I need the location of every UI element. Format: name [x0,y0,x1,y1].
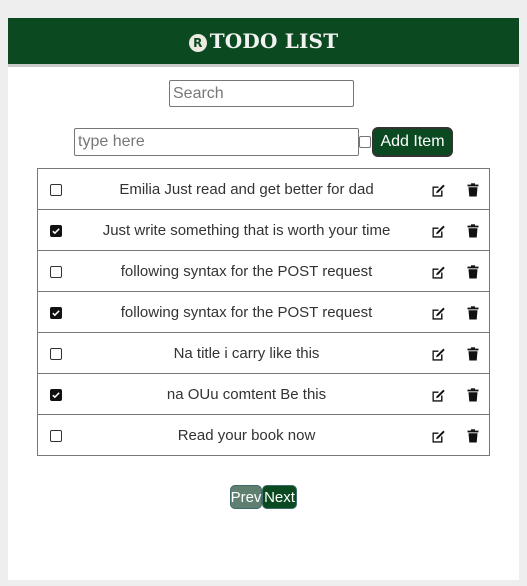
todo-text: Na title i carry like this [173,344,320,362]
todo-checkbox[interactable] [50,348,62,360]
todo-text: following syntax for the POST request [120,303,373,321]
next-button[interactable]: Next [262,485,297,509]
search-input[interactable] [169,80,354,107]
todo-checkbox[interactable] [50,184,62,196]
trash-icon[interactable] [467,265,479,279]
edit-icon[interactable] [430,306,446,322]
pagination: Prev Next [230,485,297,509]
edit-icon[interactable] [430,183,446,199]
new-item-checkbox[interactable] [359,136,371,148]
edit-icon[interactable] [430,347,446,363]
todo-row: following syntax for the POST request [38,292,489,333]
edit-icon[interactable] [430,265,446,281]
todo-row: following syntax for the POST request [38,251,489,292]
trash-icon[interactable] [467,183,479,197]
todo-text: Just write something that is worth your … [102,221,391,239]
todo-row: Emilia Just read and get better for dad [38,169,489,210]
todo-text: Read your book now [177,426,316,444]
todo-checkbox[interactable] [50,307,62,319]
prev-button[interactable]: Prev [230,485,262,509]
todo-checkbox[interactable] [50,389,62,401]
react-logo-icon: R [188,33,207,52]
add-item-button[interactable]: Add Item [372,127,453,157]
todo-checkbox[interactable] [50,225,62,237]
trash-icon[interactable] [467,429,479,443]
todo-text: Emilia Just read and get better for dad [119,180,374,198]
trash-icon[interactable] [467,224,479,238]
app-header: R TODO LIST [8,18,519,67]
todo-checkbox[interactable] [50,430,62,442]
trash-icon[interactable] [467,388,479,402]
new-item-input[interactable] [74,128,359,156]
todo-list: Emilia Just read and get better for dad J… [37,168,490,456]
todo-checkbox[interactable] [50,266,62,278]
todo-row: Just write something that is worth your … [38,210,489,251]
app-title: TODO LIST [209,29,339,53]
edit-icon[interactable] [430,224,446,240]
todo-row: na OUu comtent Be this [38,374,489,415]
todo-text: na OUu comtent Be this [166,385,327,403]
trash-icon[interactable] [467,347,479,361]
todo-row: Na title i carry like this [38,333,489,374]
trash-icon[interactable] [467,306,479,320]
edit-icon[interactable] [430,388,446,404]
todo-card: R TODO LIST Add Item Emilia Just read an… [8,18,519,580]
edit-icon[interactable] [430,429,446,445]
todo-text: following syntax for the POST request [120,262,373,280]
todo-row: Read your book now [38,415,489,456]
